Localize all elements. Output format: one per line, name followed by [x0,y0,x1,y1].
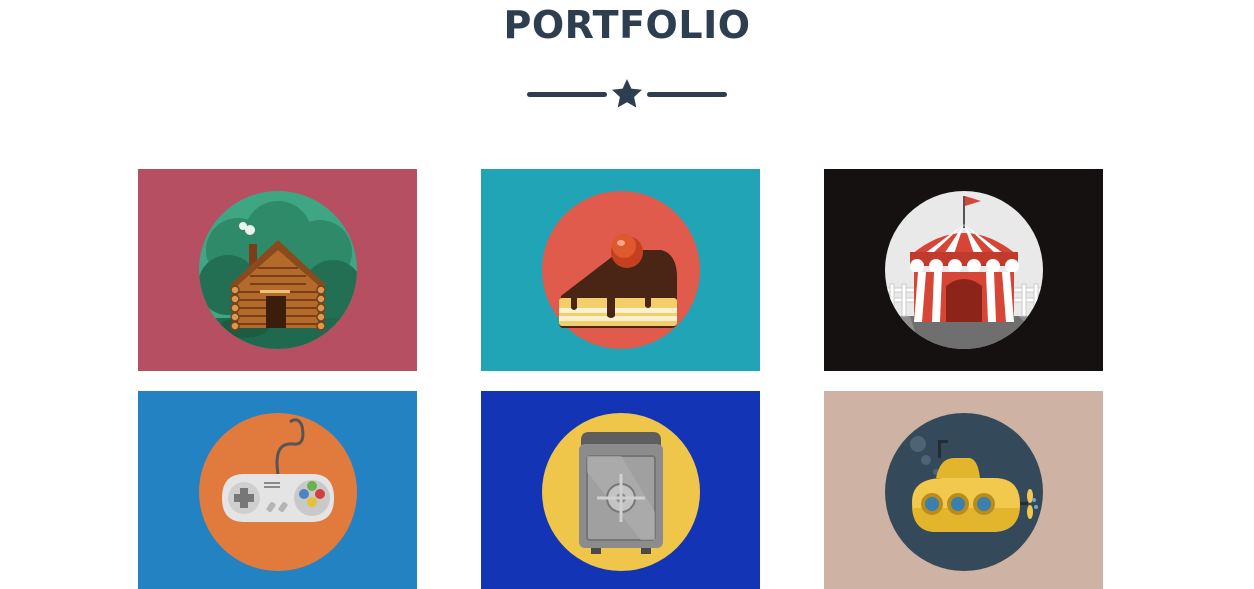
portfolio-item-safe[interactable] [481,391,760,589]
circus-tent-icon [885,191,1043,349]
page-title: PORTFOLIO [503,3,751,47]
divider-line-left [527,92,607,97]
game-controller-icon [199,413,357,571]
portfolio-item-controller[interactable] [138,391,417,589]
portfolio-item-cake[interactable] [481,169,760,371]
safe-icon [542,413,700,571]
portfolio-item-cabin[interactable] [138,169,417,371]
submarine-icon [885,413,1043,571]
portfolio-item-submarine[interactable] [824,391,1103,589]
cake-slice-icon [542,191,700,349]
divider-line-right [647,92,727,97]
title-divider [527,78,727,112]
log-cabin-icon [199,191,357,349]
star-icon [612,79,642,108]
portfolio-item-circus[interactable] [824,169,1103,371]
